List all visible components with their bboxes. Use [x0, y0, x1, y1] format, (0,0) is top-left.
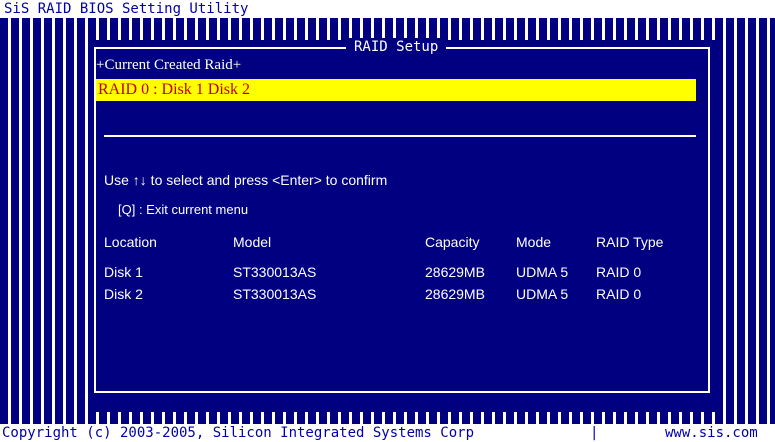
cell-model: ST330013AS — [233, 264, 317, 280]
cell-location: Disk 2 — [104, 286, 143, 302]
cell-model: ST330013AS — [233, 286, 317, 302]
raid-list-item-selected[interactable]: RAID 0 : Disk 1 Disk 2 — [96, 79, 696, 101]
current-raid-section-title: +Current Created Raid+ — [96, 56, 241, 74]
exit-hint: [Q] : Exit current menu — [118, 202, 249, 217]
divider — [104, 135, 696, 137]
dialog-title: RAID Setup — [346, 38, 447, 56]
column-header-capacity: Capacity — [425, 234, 480, 250]
column-header-location: Location — [104, 234, 157, 250]
bios-screen: SiS RAID BIOS Setting Utility RAID Setup… — [0, 0, 775, 442]
column-header-raid-type: RAID Type — [596, 234, 664, 250]
section-title-suffix: + — [232, 57, 242, 73]
cell-raid-type: RAID 0 — [596, 286, 642, 302]
utility-title: SiS RAID BIOS Setting Utility — [0, 0, 775, 18]
column-header-mode: Mode — [516, 234, 552, 250]
cell-raid-type: RAID 0 — [596, 264, 642, 280]
copyright-text: Copyright (c) 2003-2005, Silicon Integra… — [2, 425, 475, 441]
footer-separator: | — [590, 425, 599, 441]
cell-mode: UDMA 5 — [516, 286, 569, 302]
cell-mode: UDMA 5 — [516, 264, 569, 280]
section-title-text: Current Created Raid — [104, 57, 233, 73]
vendor-url: www.sis.com — [665, 425, 758, 441]
navigation-hint: Use ↑↓ to select and press <Enter> to co… — [104, 172, 388, 188]
cell-capacity: 28629MB — [425, 286, 485, 302]
footer: Copyright (c) 2003-2005, Silicon Integra… — [0, 424, 775, 442]
column-header-model: Model — [233, 234, 272, 250]
cell-location: Disk 1 — [104, 264, 143, 280]
cell-capacity: 28629MB — [425, 264, 485, 280]
